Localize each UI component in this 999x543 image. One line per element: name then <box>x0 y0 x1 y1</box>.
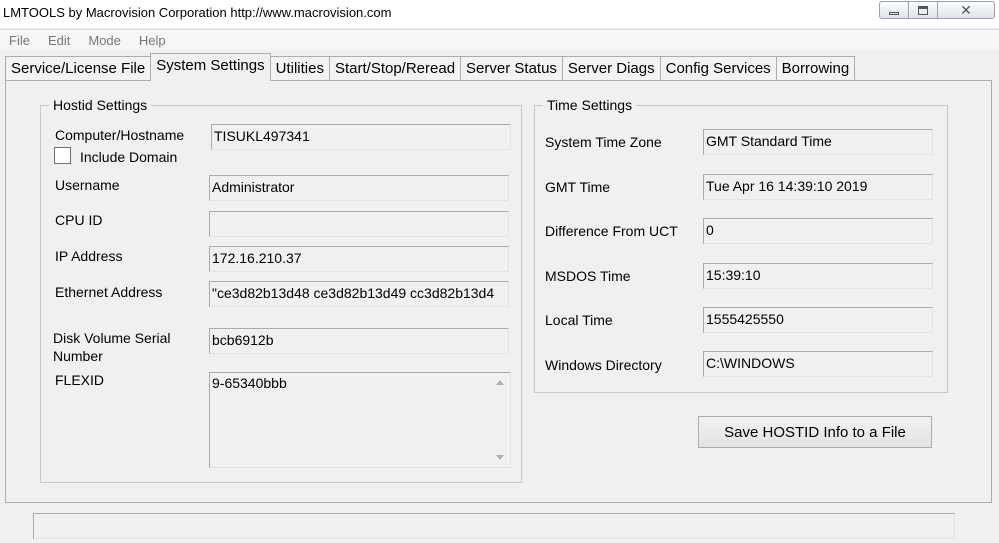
system-time-zone-field[interactable]: GMT Standard Time <box>703 129 933 155</box>
minimize-button[interactable] <box>879 1 909 19</box>
maximize-button[interactable] <box>908 1 938 19</box>
close-icon: ✕ <box>960 1 972 18</box>
hostid-settings-group: Hostid Settings Computer/Hostname TISUKL… <box>40 97 522 483</box>
ethernet-address-label: Ethernet Address <box>55 284 163 300</box>
computer-hostname-field[interactable]: TISUKL497341 <box>211 124 511 150</box>
status-bar <box>33 513 955 539</box>
tab-server-diags[interactable]: Server Diags <box>561 56 661 81</box>
tab-borrowing[interactable]: Borrowing <box>775 56 856 81</box>
tab-server-status[interactable]: Server Status <box>460 56 563 81</box>
computer-hostname-label: Computer/Hostname <box>55 127 185 143</box>
hostid-settings-legend: Hostid Settings <box>49 97 152 113</box>
difference-from-uct-label: Difference From UCT <box>545 223 678 239</box>
difference-from-uct-field[interactable]: 0 <box>703 218 933 244</box>
windows-directory-field[interactable]: C:\WINDOWS <box>703 351 933 377</box>
menu-edit[interactable]: Edit <box>39 30 79 50</box>
windows-directory-label: Windows Directory <box>545 357 662 373</box>
tab-config-services[interactable]: Config Services <box>659 56 777 81</box>
ip-address-label: IP Address <box>55 248 123 264</box>
menu-file[interactable]: File <box>0 30 39 50</box>
tab-system-settings[interactable]: System Settings <box>150 53 271 81</box>
time-settings-legend: Time Settings <box>543 97 637 113</box>
scroll-up-icon[interactable] <box>496 380 504 385</box>
scroll-down-icon[interactable] <box>496 455 504 460</box>
username-label: Username <box>55 177 120 193</box>
gmt-time-label: GMT Time <box>545 179 611 195</box>
time-settings-group: Time Settings System Time Zone GMT Stand… <box>534 97 948 393</box>
cpu-id-field[interactable] <box>209 211 509 237</box>
disk-volume-label-line2: Number <box>53 348 103 364</box>
menu-mode[interactable]: Mode <box>79 30 130 50</box>
flexid-label: FLEXID <box>55 372 105 388</box>
flexid-scrollbar[interactable] <box>492 374 509 466</box>
close-button[interactable]: ✕ <box>937 1 995 19</box>
tab-service-license-file[interactable]: Service/License File <box>5 56 152 81</box>
include-domain-checkbox[interactable] <box>54 147 71 164</box>
local-time-label: Local Time <box>545 312 613 328</box>
title-bar: LMTOOLS by Macrovision Corporation http:… <box>0 0 999 28</box>
msdos-time-label: MSDOS Time <box>545 268 631 284</box>
cpu-id-label: CPU ID <box>55 212 103 228</box>
ip-address-field[interactable]: 172.16.210.37 <box>209 246 509 272</box>
flexid-value: 9-65340bbb <box>212 375 287 391</box>
tab-start-stop-reread[interactable]: Start/Stop/Reread <box>328 56 462 81</box>
gmt-time-field[interactable]: Tue Apr 16 14:39:10 2019 <box>703 174 933 200</box>
window-title: LMTOOLS by Macrovision Corporation http:… <box>3 5 392 20</box>
system-settings-panel: Hostid Settings Computer/Hostname TISUKL… <box>5 80 992 503</box>
disk-volume-label: Disk Volume Serial <box>53 330 171 346</box>
local-time-field[interactable]: 1555425550 <box>703 307 933 333</box>
msdos-time-field[interactable]: 15:39:10 <box>703 263 933 289</box>
system-time-zone-label: System Time Zone <box>545 134 662 150</box>
disk-volume-serial-field[interactable]: bcb6912b <box>209 328 509 354</box>
flexid-textarea[interactable]: 9-65340bbb <box>209 372 511 468</box>
maximize-icon <box>918 5 928 15</box>
minimize-icon <box>889 11 899 15</box>
include-domain-label: Include Domain <box>80 149 178 165</box>
ethernet-address-field[interactable]: "ce3d82b13d48 ce3d82b13d49 cc3d82b13d4 <box>209 281 509 307</box>
menu-bar: File Edit Mode Help <box>0 29 999 50</box>
tab-utilities[interactable]: Utilities <box>269 56 330 81</box>
menu-help[interactable]: Help <box>130 30 175 50</box>
save-hostid-button[interactable]: Save HOSTID Info to a File <box>698 416 932 448</box>
username-field[interactable]: Administrator <box>209 175 509 201</box>
tab-strip: Service/License File System Settings Uti… <box>5 53 856 81</box>
